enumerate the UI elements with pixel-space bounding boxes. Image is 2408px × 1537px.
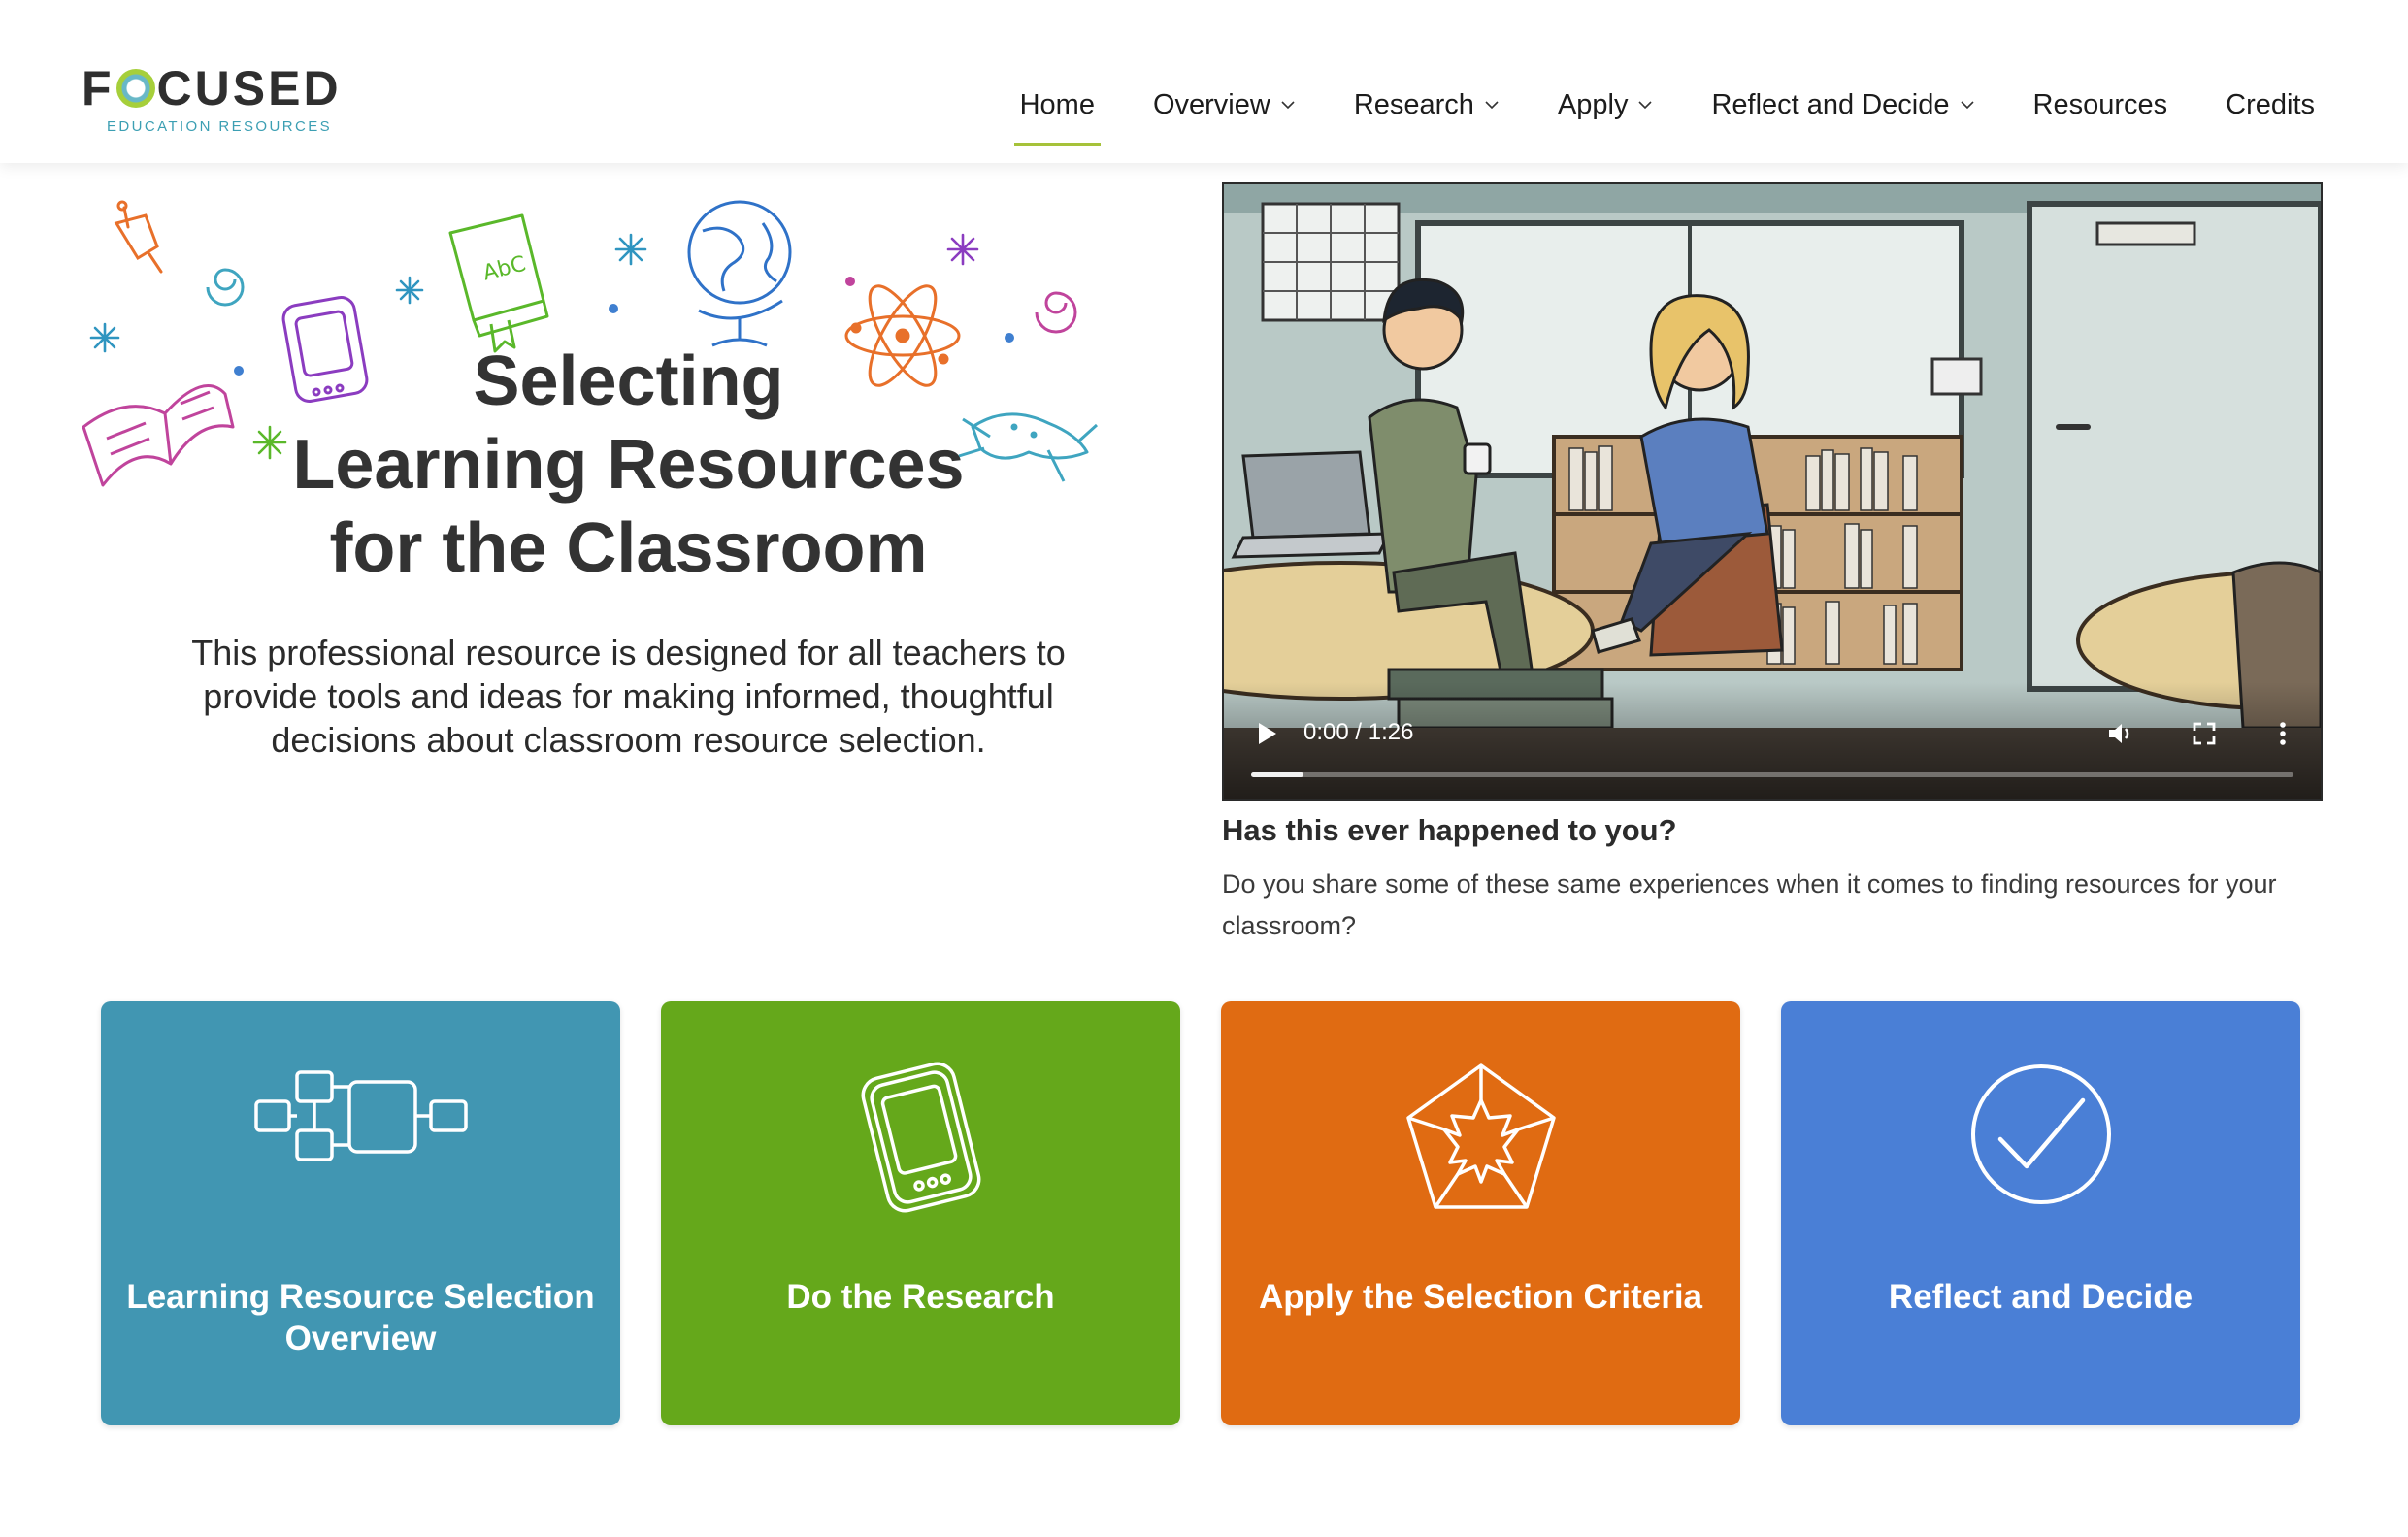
nav-apply-label: Apply [1557, 88, 1629, 120]
tablet-icon [861, 1062, 980, 1213]
logo-circle-icon [115, 69, 155, 108]
spiral-icon [1035, 291, 1077, 334]
pentagon-icon [1405, 1063, 1556, 1209]
nav-home-label: Home [1019, 88, 1095, 120]
logo-wordmark: F CUSED [82, 64, 353, 113]
more-options-icon[interactable] [2268, 719, 2297, 748]
video-progress-bar[interactable] [1251, 772, 2293, 777]
video-time: 0:00 / 1:26 [1303, 719, 1414, 745]
nav-resources-label: Resources [2032, 88, 2168, 120]
video-controls: 0:00 / 1:26 [1224, 682, 2321, 799]
nav-apply[interactable]: Apply [1558, 85, 1654, 124]
video-player[interactable]: 0:00 / 1:26 [1222, 182, 2323, 801]
star-icon [946, 233, 979, 266]
abc-book-text: AbC [480, 252, 528, 286]
nav-research-label: Research [1353, 88, 1474, 120]
volume-icon[interactable] [2105, 719, 2134, 748]
nav-credits[interactable]: Credits [2226, 85, 2315, 124]
video-caption-title: Has this ever happened to you? [1222, 813, 1677, 847]
hero-title: Selecting Learning Resources for the Cla… [146, 340, 1111, 590]
hero-description: This professional resource is designed f… [191, 633, 1066, 760]
nav-overview-label: Overview [1152, 88, 1270, 120]
card-apply-label: Apply the Selection Criteria [1258, 1278, 1703, 1316]
nav-reflect-label: Reflect and Decide [1711, 88, 1950, 120]
chevron-down-icon [1281, 101, 1295, 110]
chevron-down-icon [1485, 101, 1499, 110]
logo-wordmark-left: F [82, 61, 115, 115]
abc-book-icon [448, 213, 549, 353]
nav-resources[interactable]: Resources [2033, 85, 2168, 124]
nav-home[interactable]: Home [1013, 85, 1102, 146]
play-icon[interactable] [1255, 719, 1280, 748]
chevron-down-icon [1638, 101, 1653, 110]
main-nav: Home Overview Research Apply Reflect and… [962, 85, 2315, 146]
video-caption-text: Do you share some of these same experien… [1222, 869, 2277, 940]
card-research[interactable]: Do the Research [661, 1001, 1180, 1425]
nav-research[interactable]: Research [1354, 85, 1500, 124]
pushpin-icon [114, 200, 163, 274]
logo-wordmark-right: CUSED [156, 61, 342, 115]
checkmark-circle-icon [1970, 1064, 2111, 1204]
hero-title-line3: for the Classroom [329, 509, 928, 587]
chevron-down-icon [1960, 101, 1974, 110]
flowchart-icon [253, 1070, 468, 1161]
card-overview-label: Learning Resource Selection Overview [126, 1278, 595, 1357]
hero-title-line1: Selecting [473, 343, 784, 420]
logo-subtitle: EDUCATION RESOURCES [107, 118, 333, 135]
card-reflect-label: Reflect and Decide [1888, 1278, 2194, 1316]
star-icon [89, 233, 647, 353]
globe-icon [687, 200, 792, 347]
nav-reflect-and-decide[interactable]: Reflect and Decide [1711, 85, 1974, 124]
spiral-icon [206, 268, 245, 307]
card-reflect[interactable]: Reflect and Decide [1781, 1001, 2300, 1425]
nav-credits-label: Credits [2226, 88, 2315, 120]
video-progress-fill [1251, 772, 1303, 777]
hero-title-line2: Learning Resources [292, 426, 965, 504]
site-header: F CUSED EDUCATION RESOURCES Home Overvie… [0, 0, 2408, 163]
fullscreen-icon[interactable] [2190, 719, 2219, 748]
card-apply[interactable]: Apply the Selection Criteria [1221, 1001, 1740, 1425]
card-research-label: Do the Research [786, 1278, 1055, 1316]
card-overview[interactable]: Learning Resource Selection Overview [101, 1001, 620, 1425]
focused-logo[interactable]: F CUSED EDUCATION RESOURCES [82, 64, 353, 142]
nav-overview[interactable]: Overview [1153, 85, 1296, 124]
